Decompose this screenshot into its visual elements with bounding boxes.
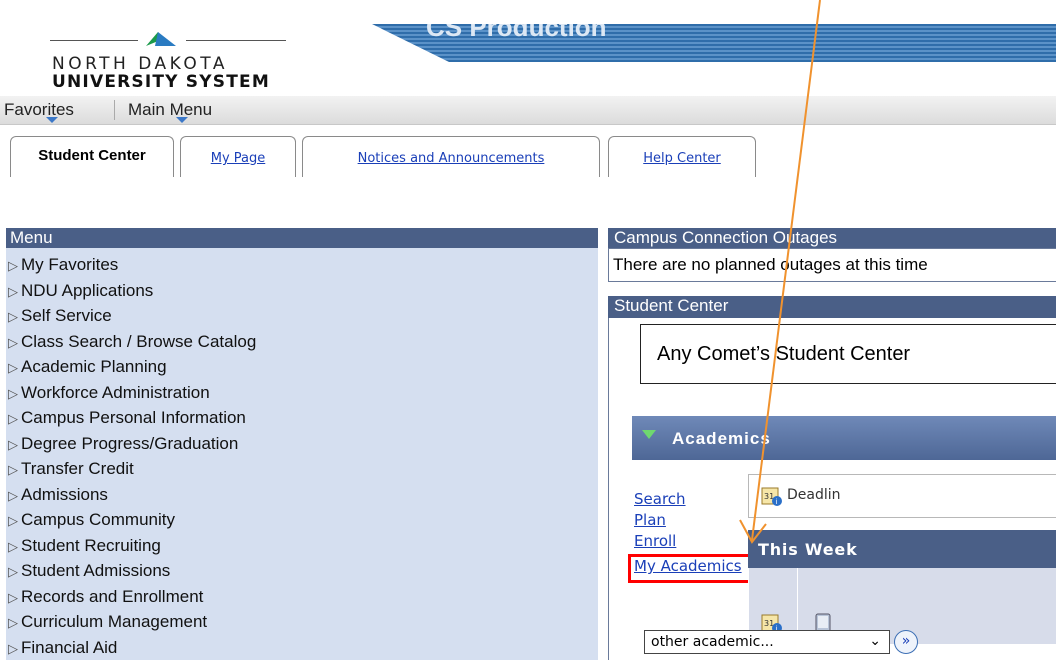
menu-item-label: Financial Aid [21,637,118,657]
menubar-divider [114,100,115,120]
expand-triangle-icon: ▷ [8,386,18,402]
menu-item-student-recruiting[interactable]: ▷ Student Recruiting [8,533,161,558]
outages-title: Campus Connection Outages [608,228,1056,248]
expand-triangle-icon: ▷ [8,412,18,427]
ndus-logo-icon [146,32,176,46]
main-menu[interactable]: Main Menu [128,100,212,120]
expand-triangle-icon: ▷ [8,310,18,325]
tab-label: Help Center [643,151,721,166]
environment-title: CS Production [426,24,607,42]
other-academic-select[interactable]: other academic... ⌄ [644,630,890,654]
menu-item-records-and-enrollment[interactable]: ▷ Records and Enrollment [8,584,203,609]
main-menu-dropdown-icon[interactable] [176,117,188,123]
expand-triangle-icon: ▷ [8,514,18,529]
expand-triangle-icon: ▷ [8,641,18,657]
select-value: other academic... [651,634,774,650]
student-center-title: Student Center [608,296,1056,318]
academics-label: Academics [672,429,771,448]
tab-help-center[interactable]: Help Center [608,136,756,177]
logo-line1: NORTH DAKOTA [52,54,228,74]
menu-item-label: Campus Community [21,510,175,529]
logo-line-right [186,40,286,41]
search-link[interactable]: Search [634,490,686,508]
menu-item-workforce-administration[interactable]: ▷ Workforce Administration [8,380,210,405]
tab-my-page[interactable]: My Page [180,136,296,177]
week-cell-divider [797,568,799,604]
calendar-info-icon: 31 i [761,487,782,506]
plan-link[interactable]: Plan [634,511,666,529]
expand-triangle-icon: ▷ [8,463,18,478]
menu-item-academic-planning[interactable]: ▷ Academic Planning [8,354,167,379]
menu-item-admissions[interactable]: ▷ Admissions [8,482,108,507]
expand-triangle-icon: ▷ [8,335,18,351]
menu-item-campus-personal-information[interactable]: ▷ Campus Personal Information [8,405,246,430]
menu-item-financial-aid[interactable]: ▷ Financial Aid [8,635,117,660]
menu-item-label: Curriculum Management [21,612,208,631]
expand-triangle-icon: ▷ [8,361,18,376]
expand-triangle-icon: ▷ [8,539,18,555]
menu-item-curriculum-management[interactable]: ▷ Curriculum Management [8,609,207,634]
expand-triangle-icon: ▷ [8,259,18,274]
academics-section-header[interactable]: Academics [632,416,1056,460]
menu-item-label: Transfer Credit [21,459,134,478]
tab-label: My Page [210,151,266,166]
favorites-dropdown-icon[interactable] [46,117,58,123]
menu-item-label: Degree Progress/Graduation [21,433,239,453]
left-menu-title: Menu [6,228,598,248]
chevron-down-icon: ⌄ [869,633,881,649]
go-button[interactable]: » [894,630,918,654]
menu-item-label: Workforce Administration [21,382,210,402]
menu-item-self-service[interactable]: ▷ Self Service [8,303,112,328]
menu-item-label: Student Admissions [21,561,171,580]
expand-triangle-icon: ▷ [8,284,18,300]
student-name-callout: Any Comet’s Student Center [640,324,1056,384]
outages-message: There are no planned outages at this tim… [608,248,1056,282]
menubar: Favorites Main Menu [0,96,1056,125]
collapse-triangle-icon[interactable] [642,430,656,439]
menu-item-campus-community[interactable]: ▷ Campus Community [8,507,175,532]
menu-item-degree-progress-graduation[interactable]: ▷ Degree Progress/Graduation [8,431,238,456]
menu-item-label: Academic Planning [21,357,167,376]
menu-item-label: Admissions [21,484,108,504]
menu-item-label: Self Service [21,306,112,325]
tab-label: Student Center [38,147,146,164]
this-week-header: This Week [748,530,1056,568]
logo-line2: UNIVERSITY SYSTEM [52,72,270,92]
menu-item-student-admissions[interactable]: ▷ Student Admissions [8,558,170,583]
this-week-row [748,568,1056,604]
expand-triangle-icon: ▷ [8,590,18,606]
menu-item-transfer-credit[interactable]: ▷ Transfer Credit [8,456,134,481]
menu-item-class-search-browse-catalog[interactable]: ▷ Class Search / Browse Catalog [8,329,256,354]
menu-item-ndu-applications[interactable]: ▷ NDU Applications [8,278,153,303]
expand-triangle-icon: ▷ [8,616,18,631]
menu-item-label: Student Recruiting [21,535,161,555]
deadlines-panel[interactable]: 31 i Deadlin [748,474,1056,518]
menu-item-label: NDU Applications [21,280,154,300]
menu-item-label: Class Search / Browse Catalog [21,331,257,351]
menu-item-label: My Favorites [21,255,119,274]
svg-text:i: i [776,498,778,506]
deadlines-label: Deadlin [787,487,841,503]
enroll-link[interactable]: Enroll [634,532,676,550]
menu-item-label: Records and Enrollment [21,586,204,606]
expand-triangle-icon: ▷ [8,437,18,453]
favorites-menu[interactable]: Favorites [4,100,74,120]
tab-notices-announcements[interactable]: Notices and Announcements [302,136,600,177]
ndus-logo: NORTH DAKOTA UNIVERSITY SYSTEM [40,24,300,92]
tab-label: Notices and Announcements [357,151,545,166]
left-menu-panel: Menu ▷ My Favorites ▷ NDU Applications ▷ Self… [6,228,598,660]
expand-triangle-icon: ▷ [8,565,18,580]
menu-item-label: Campus Personal Information [21,408,246,427]
logo-line-left [50,40,138,41]
tab-student-center[interactable]: Student Center [10,136,174,177]
menu-item-my-favorites[interactable]: ▷ My Favorites [8,252,118,277]
expand-triangle-icon: ▷ [8,488,18,504]
